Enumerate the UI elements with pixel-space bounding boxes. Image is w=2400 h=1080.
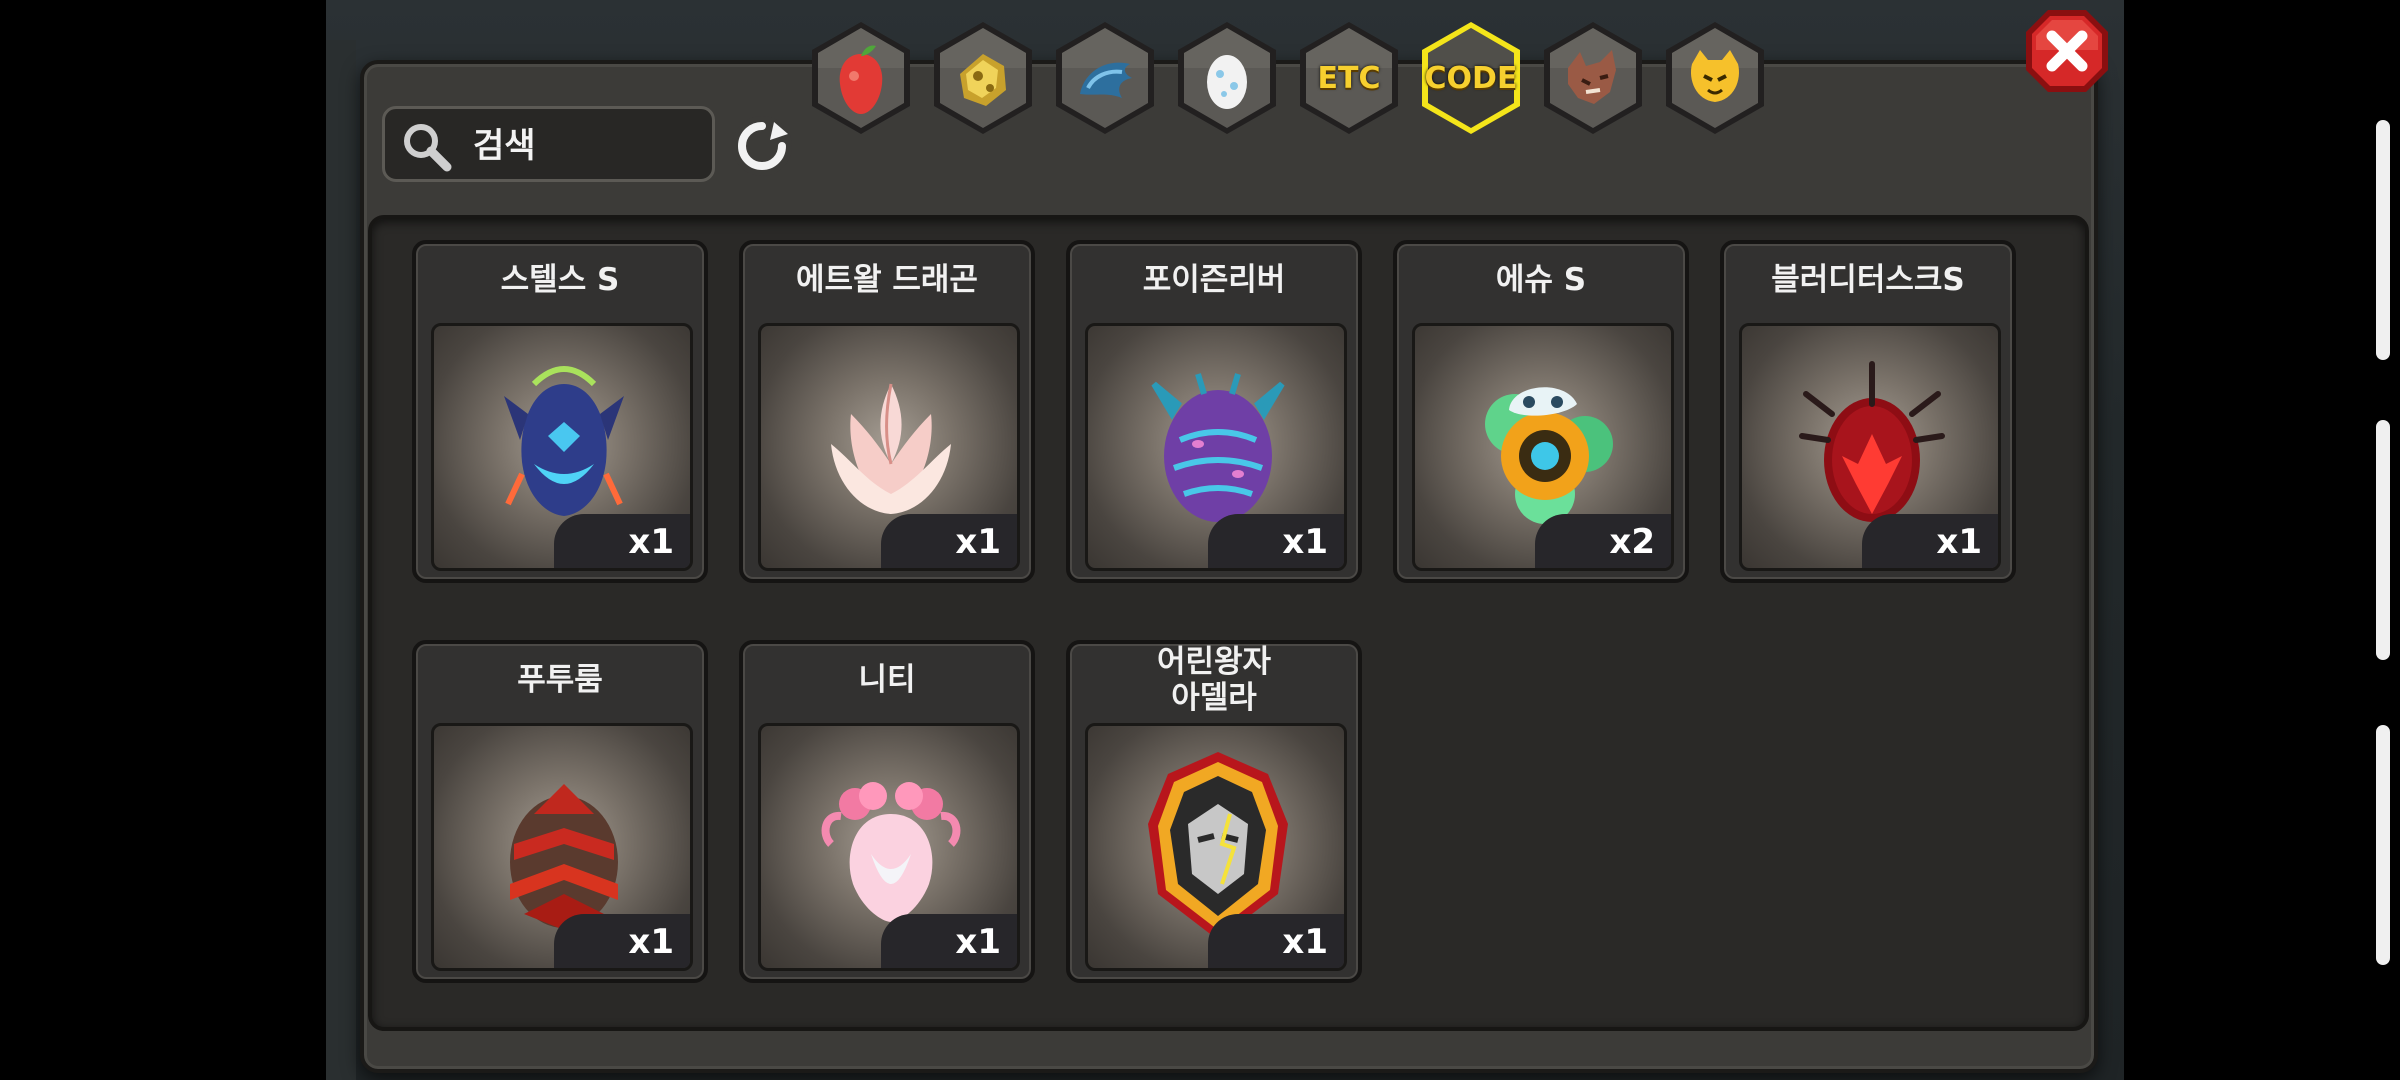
fruit-icon <box>812 22 910 134</box>
tab-mascot[interactable] <box>1660 18 1770 138</box>
item-card[interactable]: 포이즌리버 x1 <box>1066 240 1362 583</box>
tab-code[interactable]: CODE <box>1416 18 1526 138</box>
item-frame: x1 <box>758 723 1020 971</box>
item-card[interactable]: 니티 x1 <box>739 640 1035 983</box>
tab-fruit[interactable] <box>806 18 916 138</box>
item-name: 푸투룸 <box>517 662 603 698</box>
item-frame: x1 <box>1085 723 1347 971</box>
item-card[interactable]: 에트왈 드래곤 x1 <box>739 240 1035 583</box>
item-quantity: x1 <box>554 914 690 968</box>
tab-label: ETC <box>1317 60 1381 96</box>
search-icon <box>404 124 452 172</box>
tab-beast[interactable] <box>1538 18 1648 138</box>
close-button[interactable] <box>2022 6 2112 96</box>
item-name: 스텔스 S <box>500 262 620 298</box>
item-card[interactable]: 에슈 S x2 <box>1393 240 1689 583</box>
tab-scale[interactable] <box>1050 18 1160 138</box>
search-input[interactable]: 검색 <box>382 106 715 182</box>
tab-etc[interactable]: ETC <box>1294 18 1404 138</box>
item-card[interactable]: 어린왕자 아델라 x1 <box>1066 640 1362 983</box>
item-quantity: x2 <box>1535 514 1671 568</box>
item-quantity: x1 <box>1862 514 1998 568</box>
item-frame: x1 <box>758 323 1020 571</box>
item-frame: x1 <box>1739 323 2001 571</box>
cat-face-icon <box>1666 22 1764 134</box>
item-name: 에트왈 드래곤 <box>796 262 978 298</box>
scrollbar-thumb-bottom[interactable] <box>2376 725 2390 965</box>
background-edge <box>326 40 356 1080</box>
item-frame: x1 <box>431 323 693 571</box>
item-card[interactable]: 푸투룸 x1 <box>412 640 708 983</box>
item-name: 에슈 S <box>1495 262 1587 298</box>
search-placeholder: 검색 <box>473 126 536 166</box>
item-frame: x2 <box>1412 323 1674 571</box>
item-card[interactable]: 블러디터스크S x1 <box>1720 240 2016 583</box>
egg-icon <box>1178 22 1276 134</box>
item-quantity: x1 <box>554 514 690 568</box>
tab-label: CODE <box>1424 60 1518 96</box>
wolf-icon <box>1544 22 1642 134</box>
item-name: 포이즌리버 <box>1142 262 1286 298</box>
item-quantity: x1 <box>881 914 1017 968</box>
item-frame: x1 <box>1085 323 1347 571</box>
scrollbar-thumb-mid[interactable] <box>2376 420 2390 660</box>
item-name: 블러디터스크S <box>1771 262 1965 298</box>
ore-icon <box>934 22 1032 134</box>
item-quantity: x1 <box>881 514 1017 568</box>
item-card[interactable]: 스텔스 S x1 <box>412 240 708 583</box>
item-name: 어린왕자 아델라 <box>1156 644 1272 716</box>
scale-icon <box>1056 22 1154 134</box>
item-frame: x1 <box>431 723 693 971</box>
item-quantity: x1 <box>1208 514 1344 568</box>
tab-ore[interactable] <box>928 18 1038 138</box>
scrollbar-thumb-top[interactable] <box>2376 120 2390 360</box>
item-quantity: x1 <box>1208 914 1344 968</box>
refresh-button[interactable] <box>730 114 794 178</box>
item-name: 니티 <box>858 662 916 698</box>
tab-egg[interactable] <box>1172 18 1282 138</box>
